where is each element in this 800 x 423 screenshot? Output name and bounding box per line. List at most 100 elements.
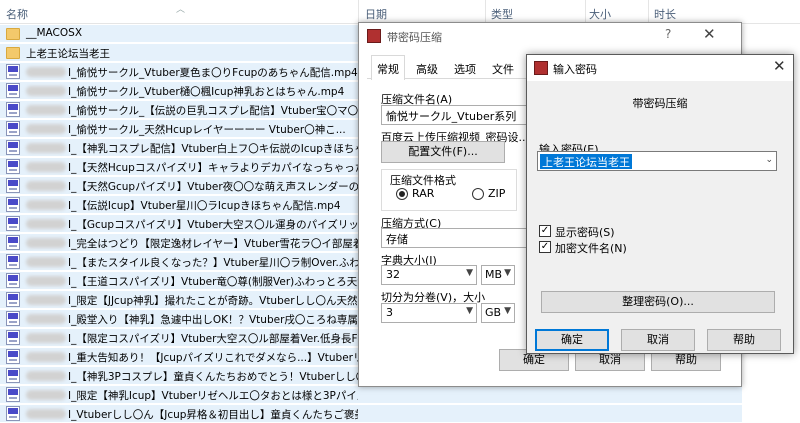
redacted-prefix: [26, 181, 66, 191]
file-name: I_【神乳コスプレ配信】Vtuber白上フ〇キ伝説のIcupきほちゃ...: [68, 143, 358, 155]
video-file-icon: [6, 368, 20, 383]
dictionary-size-select[interactable]: 32 ▼: [381, 265, 477, 285]
password-value: 上老王论坛当老王: [540, 154, 632, 169]
split-volume-input[interactable]: 3 ▼: [381, 303, 477, 323]
archive-dialog-titlebar[interactable]: 带密码压缩 ? ✕: [359, 23, 741, 49]
encrypt-filenames-label: 加密文件名(N): [555, 242, 627, 255]
column-divider[interactable]: [358, 0, 359, 24]
file-name: 上老王论坛当老王: [26, 48, 110, 60]
profiles-button[interactable]: 配置文件(F)...: [381, 141, 505, 163]
file-name: I_愉悦サークル_天然Hcupレイヤーーーー Vtuber〇神こ...: [68, 124, 346, 136]
file-row[interactable]: I_Vtuberしし〇ん【Jcup昇格＆初目出し】童貞くんたちご褒美...: [0, 404, 800, 423]
video-file-icon: [6, 311, 20, 326]
redacted-prefix: [26, 219, 66, 229]
redacted-prefix: [26, 390, 66, 400]
column-header-bar: 名称 ︿ 日期 类型 大小 时长: [0, 0, 800, 24]
archive-name-input[interactable]: 愉悦サークル_Vtuber系列: [381, 105, 531, 125]
password-dialog-heading: 带密码压缩: [632, 97, 688, 110]
redacted-prefix: [26, 162, 66, 172]
archive-format-label: 压缩文件格式: [390, 174, 456, 187]
password-input[interactable]: 上老王论坛当老王 ⌄: [537, 151, 777, 171]
video-file-icon: [6, 102, 20, 117]
redacted-prefix: [26, 124, 66, 134]
file-name: I_【神乳3Pコスプレ】童貞くんたちおめでとう！Vtuberしし〇...: [68, 371, 358, 383]
organize-passwords-button[interactable]: 整理密码(O)...: [541, 291, 775, 313]
show-password-checkbox[interactable]: ✓: [539, 225, 551, 237]
file-name: I_限定【JJcup神乳】撮れたことが奇跡。Vtuberしし〇ん天然I...: [68, 295, 358, 307]
zip-radio[interactable]: [472, 188, 484, 200]
redacted-prefix: [26, 238, 66, 248]
dictionary-unit-select[interactable]: MB ▼: [481, 265, 515, 285]
password-cancel-button[interactable]: 取消: [621, 329, 695, 351]
video-file-icon: [6, 121, 20, 136]
winrar-icon: [534, 61, 548, 75]
zip-label: ZIP: [488, 187, 506, 200]
chevron-down-icon: ▼: [466, 306, 473, 316]
video-file-icon: [6, 64, 20, 79]
video-file-icon: [6, 330, 20, 345]
tab-advanced[interactable]: 高级: [411, 59, 443, 79]
close-icon[interactable]: ✕: [703, 25, 716, 43]
folder-icon: [6, 47, 20, 59]
help-icon[interactable]: ?: [665, 27, 671, 41]
password-help-button[interactable]: 帮助: [707, 329, 781, 351]
file-name: __MACOSX: [26, 27, 83, 39]
redacted-prefix: [26, 314, 66, 324]
encrypt-filenames-checkbox[interactable]: ✓: [539, 241, 551, 253]
show-password-label: 显示密码(S): [555, 226, 615, 239]
winrar-icon: [367, 29, 381, 43]
file-name: I_重大告知あり！【Jcupパイズリこれでダメなら...】Vtuberリ...: [68, 352, 358, 364]
sort-up-icon: ︿: [176, 5, 186, 15]
tab-options[interactable]: 选项: [449, 59, 481, 79]
split-unit-select[interactable]: GB ▼: [481, 303, 515, 323]
file-name: I_【Gcupコスパイズリ】Vtuber大空ス〇ル運身のパイズリッ...: [68, 219, 358, 231]
redacted-prefix: [26, 143, 66, 153]
video-file-icon: [6, 178, 20, 193]
rar-label: RAR: [412, 187, 435, 200]
file-name: I_【天然Gcupパイズリ】Vtuber夜〇〇な萌え声スレンダーの天...: [68, 181, 358, 193]
redacted-prefix: [26, 276, 66, 286]
column-type[interactable]: 类型: [491, 6, 513, 22]
password-dialog-titlebar[interactable]: 输入密码 ✕: [527, 55, 793, 81]
redacted-prefix: [26, 200, 66, 210]
tab-files[interactable]: 文件: [487, 59, 519, 79]
password-dialog: 输入密码 ✕ 带密码压缩 输入密码(E) 上老王论坛当老王 ⌄ ✓ 显示密码(S…: [526, 54, 794, 354]
password-ok-button[interactable]: 确定: [535, 329, 609, 351]
dictionary-size-value: 32: [386, 268, 400, 281]
archive-dialog-title: 带密码压缩: [387, 31, 442, 44]
video-file-icon: [6, 406, 20, 421]
file-name: I_限定【神乳Icup】Vtuberリゼヘルエ〇タおとは様と3Pパイズ...: [68, 390, 358, 402]
file-name: I_愉悦サークル_Vtuber樋〇楓Icup神乳おとはちゃん.mp4: [68, 86, 345, 98]
video-file-icon: [6, 387, 20, 402]
file-name: I_愉悦サークル_【伝説の巨乳コスプレ配信】Vtuber宝〇マ〇ン...: [68, 105, 358, 117]
chevron-down-icon[interactable]: ⌄: [765, 155, 773, 165]
redacted-prefix: [26, 86, 66, 96]
file-name: I_完全はつどり【限定逸材レイヤー】Vtuber雪花ラ〇イ部屋着V...: [68, 238, 358, 250]
column-name[interactable]: 名称: [6, 6, 28, 22]
redacted-prefix: [26, 409, 66, 419]
video-file-icon: [6, 197, 20, 212]
video-file-icon: [6, 235, 20, 250]
redacted-prefix: [26, 67, 66, 77]
password-dialog-title: 输入密码: [553, 63, 597, 76]
video-file-icon: [6, 140, 20, 155]
file-name: I_【限定コスパイズリ】Vtuber大空ス〇ル部屋着Ver.低身長Fcu...: [68, 333, 358, 345]
column-duration[interactable]: 时长: [654, 6, 676, 22]
column-size[interactable]: 大小: [589, 6, 611, 22]
rar-radio[interactable]: [396, 188, 408, 200]
file-name: I_【王道コスパイズリ】Vtuber竜〇尊(制服Ver)ふわっとろ天然...: [68, 276, 358, 288]
column-divider[interactable]: [585, 0, 586, 24]
archive-format-group: 压缩文件格式 RAR ZIP: [381, 169, 517, 211]
chevron-down-icon: ▼: [466, 268, 473, 278]
compression-method-select[interactable]: 存储: [381, 228, 531, 248]
column-divider[interactable]: [648, 0, 649, 24]
video-file-icon: [6, 216, 20, 231]
file-row[interactable]: I_限定【神乳Icup】Vtuberリゼヘルエ〇タおとは様と3Pパイズ...: [0, 385, 800, 404]
tab-general[interactable]: 常规: [371, 55, 405, 80]
column-date[interactable]: 日期: [365, 6, 387, 22]
file-name: I_愉悦サークル_Vtuber夏色ま〇りFcupのあちゃん配信.mp4: [68, 67, 358, 79]
close-icon[interactable]: ✕: [773, 57, 786, 75]
video-file-icon: [6, 254, 20, 269]
redacted-prefix: [26, 333, 66, 343]
column-divider[interactable]: [485, 0, 486, 24]
